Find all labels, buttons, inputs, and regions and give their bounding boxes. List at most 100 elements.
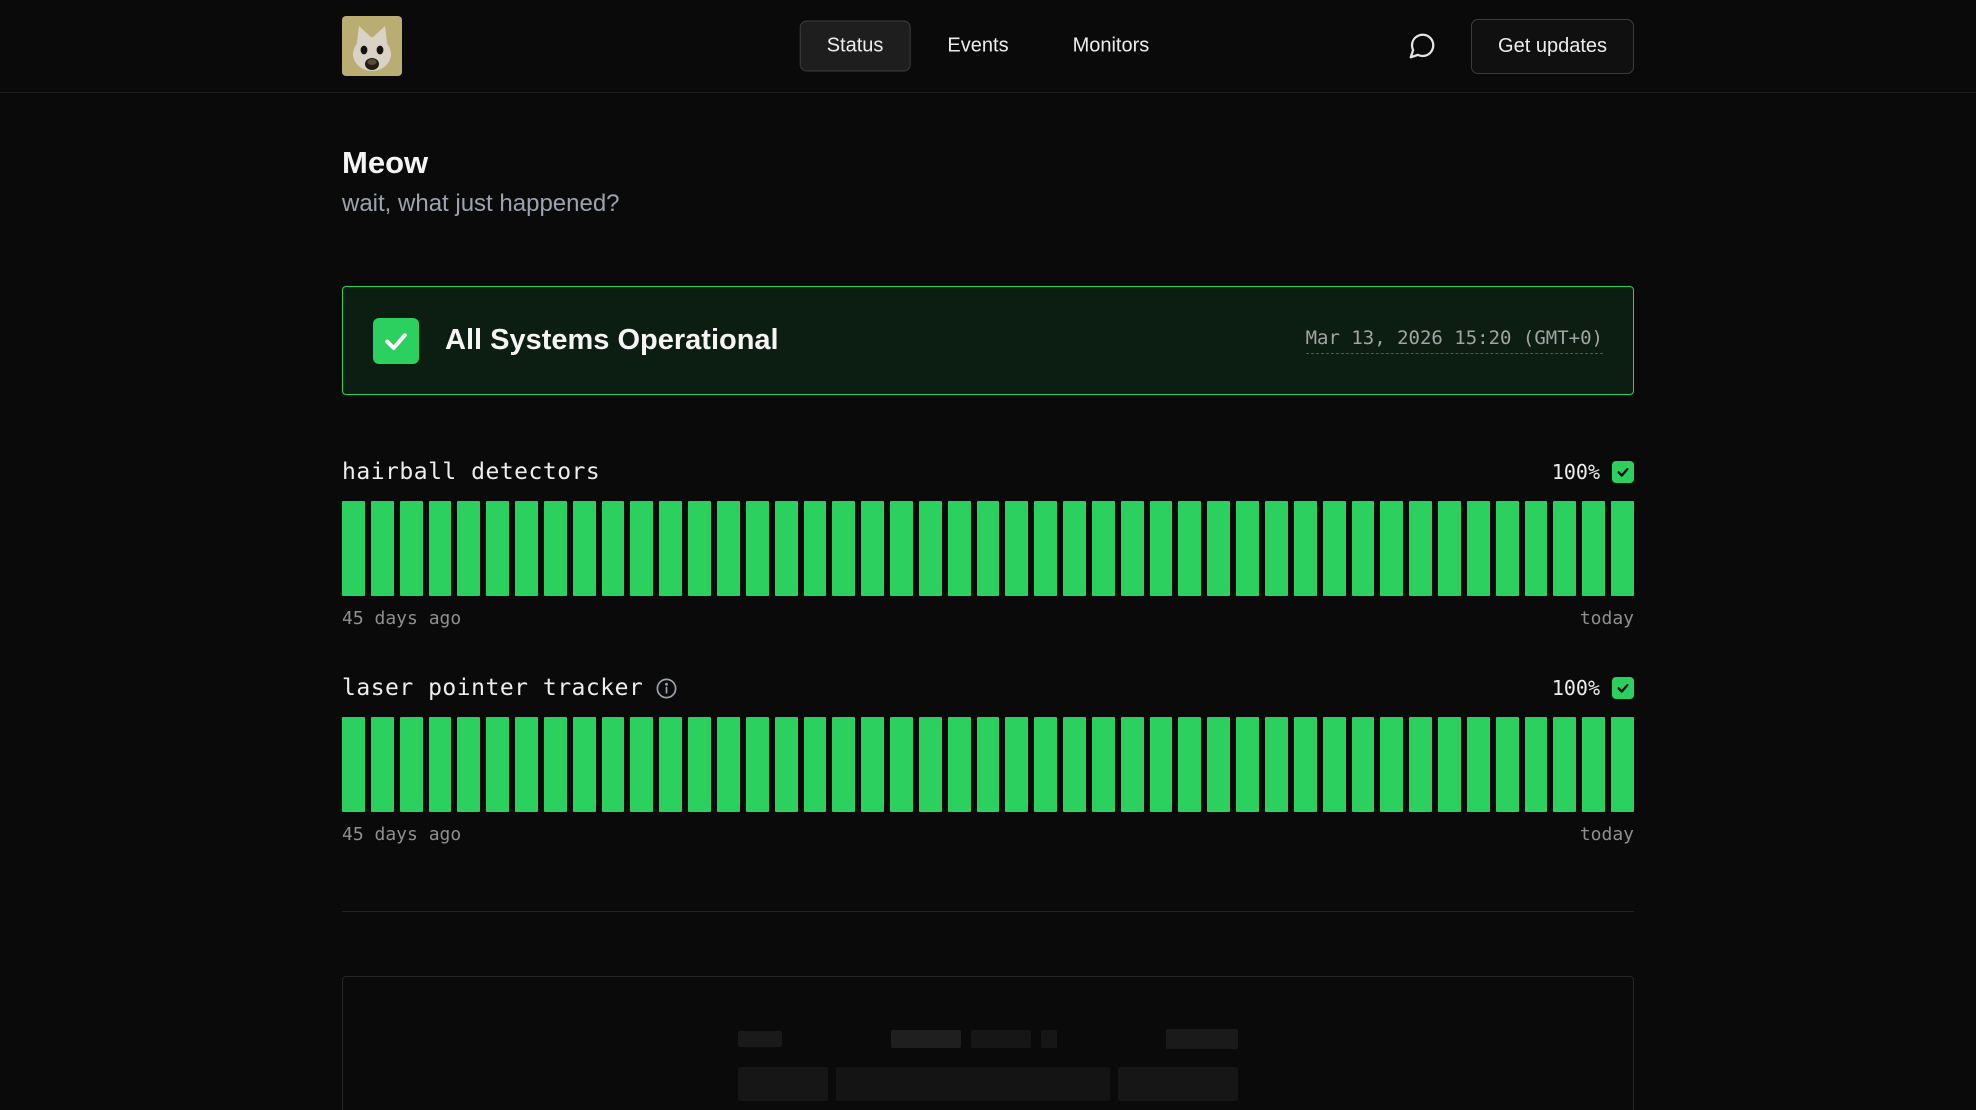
uptime-bar[interactable] xyxy=(630,717,653,812)
uptime-bar[interactable] xyxy=(717,501,740,596)
uptime-bar[interactable] xyxy=(1525,717,1548,812)
uptime-bar[interactable] xyxy=(804,717,827,812)
uptime-bar[interactable] xyxy=(1294,501,1317,596)
uptime-bar[interactable] xyxy=(1150,501,1173,596)
uptime-bar[interactable] xyxy=(1409,717,1432,812)
tab-events[interactable]: Events xyxy=(920,21,1035,72)
uptime-bar[interactable] xyxy=(1525,501,1548,596)
uptime-bar[interactable] xyxy=(1323,717,1346,812)
uptime-bar[interactable] xyxy=(1611,717,1634,812)
uptime-bar[interactable] xyxy=(832,717,855,812)
uptime-bar[interactable] xyxy=(457,717,480,812)
uptime-bar[interactable] xyxy=(630,501,653,596)
uptime-bar[interactable] xyxy=(342,501,365,596)
uptime-bar[interactable] xyxy=(371,501,394,596)
uptime-bar[interactable] xyxy=(1438,501,1461,596)
uptime-bar[interactable] xyxy=(1352,501,1375,596)
feedback-chat-button[interactable] xyxy=(1407,31,1437,61)
uptime-bar[interactable] xyxy=(1236,501,1259,596)
info-icon[interactable] xyxy=(655,677,678,700)
uptime-bar[interactable] xyxy=(948,501,971,596)
uptime-bar[interactable] xyxy=(1352,717,1375,812)
uptime-bar[interactable] xyxy=(1380,501,1403,596)
uptime-bar[interactable] xyxy=(977,717,1000,812)
uptime-bar[interactable] xyxy=(1553,717,1576,812)
uptime-bar[interactable] xyxy=(1034,717,1057,812)
uptime-bar[interactable] xyxy=(919,717,942,812)
uptime-bar[interactable] xyxy=(457,501,480,596)
uptime-bar[interactable] xyxy=(1582,717,1605,812)
uptime-bar[interactable] xyxy=(1121,717,1144,812)
uptime-bar[interactable] xyxy=(1207,501,1230,596)
uptime-bar[interactable] xyxy=(1265,501,1288,596)
uptime-bar[interactable] xyxy=(486,717,509,812)
uptime-bar[interactable] xyxy=(1409,501,1432,596)
uptime-bar[interactable] xyxy=(775,501,798,596)
uptime-bar[interactable] xyxy=(371,717,394,812)
uptime-bar[interactable] xyxy=(1178,501,1201,596)
uptime-bar[interactable] xyxy=(1236,717,1259,812)
uptime-bar[interactable] xyxy=(1265,717,1288,812)
status-timestamp[interactable]: Mar 13, 2026 15:20 (GMT+0) xyxy=(1306,327,1603,354)
uptime-bar[interactable] xyxy=(544,717,567,812)
uptime-bar[interactable] xyxy=(977,501,1000,596)
uptime-bar[interactable] xyxy=(1092,501,1115,596)
uptime-bar[interactable] xyxy=(861,501,884,596)
uptime-bar[interactable] xyxy=(1323,501,1346,596)
uptime-bar[interactable] xyxy=(1467,717,1490,812)
uptime-bar[interactable] xyxy=(832,501,855,596)
uptime-bar[interactable] xyxy=(688,501,711,596)
uptime-bar[interactable] xyxy=(1438,717,1461,812)
uptime-bar[interactable] xyxy=(1092,717,1115,812)
uptime-bar[interactable] xyxy=(717,717,740,812)
uptime-bar[interactable] xyxy=(602,501,625,596)
tab-status[interactable]: Status xyxy=(800,21,911,72)
uptime-bar[interactable] xyxy=(515,717,538,812)
uptime-bar[interactable] xyxy=(1121,501,1144,596)
uptime-bar[interactable] xyxy=(1380,717,1403,812)
uptime-bar[interactable] xyxy=(804,501,827,596)
uptime-bar[interactable] xyxy=(1496,717,1519,812)
uptime-bar[interactable] xyxy=(1553,501,1576,596)
status-banner: All Systems Operational Mar 13, 2026 15:… xyxy=(342,286,1634,395)
uptime-bar[interactable] xyxy=(688,717,711,812)
uptime-bar[interactable] xyxy=(746,501,769,596)
uptime-bar[interactable] xyxy=(400,501,423,596)
uptime-bar[interactable] xyxy=(1178,717,1201,812)
uptime-bar[interactable] xyxy=(861,717,884,812)
uptime-bar[interactable] xyxy=(1063,501,1086,596)
uptime-bar[interactable] xyxy=(1150,717,1173,812)
uptime-bar[interactable] xyxy=(429,717,452,812)
uptime-bar[interactable] xyxy=(1611,501,1634,596)
uptime-bar[interactable] xyxy=(890,501,913,596)
uptime-bar[interactable] xyxy=(1582,501,1605,596)
monitor-name: laser pointer tracker xyxy=(342,675,643,701)
uptime-bar[interactable] xyxy=(573,717,596,812)
uptime-bar[interactable] xyxy=(573,501,596,596)
uptime-bar[interactable] xyxy=(948,717,971,812)
logo-image[interactable] xyxy=(342,16,402,76)
uptime-bar[interactable] xyxy=(544,501,567,596)
uptime-bar[interactable] xyxy=(746,717,769,812)
uptime-bar[interactable] xyxy=(1005,501,1028,596)
uptime-bar[interactable] xyxy=(400,717,423,812)
uptime-bar[interactable] xyxy=(515,501,538,596)
uptime-bar[interactable] xyxy=(486,501,509,596)
tab-monitors[interactable]: Monitors xyxy=(1046,21,1177,72)
uptime-bar[interactable] xyxy=(1207,717,1230,812)
uptime-bar[interactable] xyxy=(775,717,798,812)
uptime-bar[interactable] xyxy=(1496,501,1519,596)
uptime-bar[interactable] xyxy=(602,717,625,812)
uptime-bar[interactable] xyxy=(1005,717,1028,812)
uptime-bar[interactable] xyxy=(429,501,452,596)
uptime-bar[interactable] xyxy=(1294,717,1317,812)
uptime-bar[interactable] xyxy=(1034,501,1057,596)
uptime-bar[interactable] xyxy=(890,717,913,812)
uptime-bar[interactable] xyxy=(919,501,942,596)
uptime-bar[interactable] xyxy=(1063,717,1086,812)
uptime-bar[interactable] xyxy=(659,717,682,812)
uptime-bar[interactable] xyxy=(342,717,365,812)
uptime-bar[interactable] xyxy=(1467,501,1490,596)
get-updates-button[interactable]: Get updates xyxy=(1471,19,1634,74)
uptime-bar[interactable] xyxy=(659,501,682,596)
